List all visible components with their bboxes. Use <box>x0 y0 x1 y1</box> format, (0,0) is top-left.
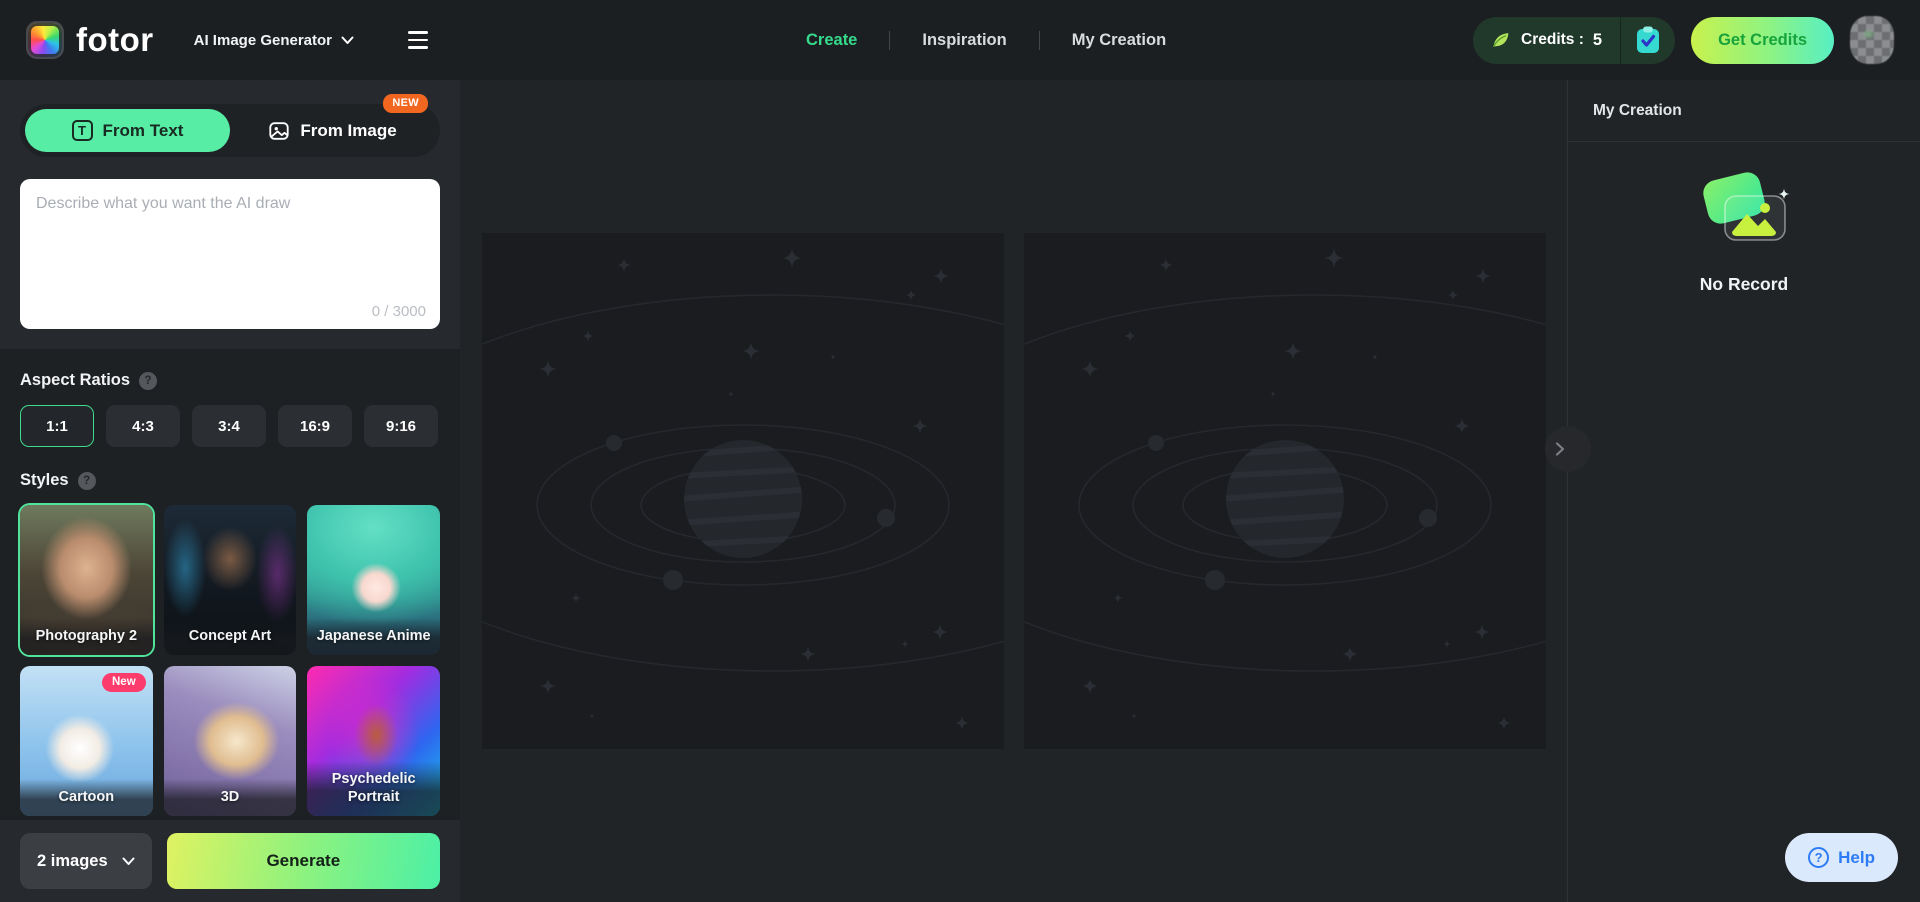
top-nav: fotor AI Image Generator Create Inspirat… <box>0 0 1920 80</box>
menu-icon[interactable] <box>402 25 434 55</box>
style-label: Cartoon <box>20 779 153 816</box>
nav-item-create[interactable]: Create <box>806 31 857 50</box>
help-circle-icon: ? <box>1808 847 1829 868</box>
tool-selector[interactable]: AI Image Generator <box>194 32 354 49</box>
sidebar-footer: 2 images Generate <box>0 820 460 902</box>
nav-menu: Create Inspiration My Creation <box>806 0 1166 80</box>
fotor-logo-icon <box>26 21 64 59</box>
fotor-logo-text: fotor <box>76 21 154 59</box>
credits-pill[interactable]: Credits : 5 <box>1473 17 1675 64</box>
style-card-japanese-anime[interactable]: Japanese Anime <box>307 505 440 655</box>
help-circle-icon[interactable]: ? <box>139 372 157 390</box>
generate-button[interactable]: Generate <box>167 833 440 889</box>
divider <box>889 31 890 50</box>
image-count-select[interactable]: 2 images <box>20 833 152 889</box>
no-record-icon <box>1692 168 1796 256</box>
tab-from-image-label: From Image <box>300 121 396 141</box>
tab-from-image[interactable]: From Image <box>230 109 435 152</box>
ai-image-generator-app: fotor AI Image Generator Create Inspirat… <box>0 0 1920 902</box>
no-record-text: No Record <box>1700 274 1788 295</box>
text-icon: T <box>72 120 93 141</box>
planet-illustration <box>1024 233 1546 749</box>
sidebar-top-section: T From Text From Image NEW 0 / 3000 <box>0 80 460 349</box>
image-icon <box>268 120 290 142</box>
ratio-16-9[interactable]: 16:9 <box>278 405 352 447</box>
style-label: Japanese Anime <box>307 618 440 655</box>
my-creation-header: My Creation <box>1568 80 1920 142</box>
ratio-1-1[interactable]: 1:1 <box>20 405 94 447</box>
get-credits-button[interactable]: Get Credits <box>1691 17 1834 64</box>
style-card-cartoon[interactable]: New Cartoon <box>20 666 153 816</box>
styles-grid: Photography 2 Concept Art Japanese Anime… <box>20 505 440 816</box>
ratio-4-3[interactable]: 4:3 <box>106 405 180 447</box>
my-creation-panel: My Creation No Record ? <box>1567 80 1920 902</box>
style-label: Photography 2 <box>20 618 153 655</box>
tool-selector-label: AI Image Generator <box>194 32 332 49</box>
leaf-icon <box>1490 29 1512 51</box>
ratio-3-4[interactable]: 3:4 <box>192 405 266 447</box>
planet-illustration <box>482 233 1004 749</box>
chevron-right-icon <box>1552 441 1568 457</box>
check-in-clipboard-icon <box>1634 25 1662 55</box>
style-card-3d[interactable]: 3D <box>164 666 297 816</box>
generator-sidebar: T From Text From Image NEW 0 / 3000 <box>0 80 460 902</box>
style-card-concept-art[interactable]: Concept Art <box>164 505 297 655</box>
char-counter: 0 / 3000 <box>372 303 426 320</box>
daily-check-in-button[interactable] <box>1621 17 1675 64</box>
collapse-panel-handle[interactable] <box>1545 426 1591 472</box>
credits-label: Credits : <box>1521 31 1584 49</box>
help-label: Help <box>1838 848 1875 868</box>
tab-from-text[interactable]: T From Text <box>25 109 230 152</box>
nav-item-my-creation[interactable]: My Creation <box>1072 31 1166 50</box>
nav-item-inspiration[interactable]: Inspiration <box>922 31 1006 50</box>
ratio-9-16[interactable]: 9:16 <box>364 405 438 447</box>
style-label: Concept Art <box>164 618 297 655</box>
style-card-photography-2[interactable]: Photography 2 <box>20 505 153 655</box>
chevron-down-icon <box>341 36 354 45</box>
result-placeholder-panel <box>482 233 1004 749</box>
styles-title: Styles <box>20 471 69 490</box>
style-label: Psychedelic Portrait <box>307 761 440 816</box>
style-card-psychedelic-portrait[interactable]: Psychedelic Portrait <box>307 666 440 816</box>
divider <box>1039 31 1040 50</box>
new-badge: New <box>102 673 146 692</box>
canvas-area <box>460 80 1567 902</box>
aspect-ratio-options: 1:1 4:3 3:4 16:9 9:16 <box>20 405 440 447</box>
user-avatar[interactable] <box>1850 16 1894 64</box>
prompt-box: 0 / 3000 <box>20 179 440 329</box>
credits-value: 5 <box>1593 31 1602 50</box>
new-badge: NEW <box>383 94 428 113</box>
fotor-logo[interactable]: fotor <box>26 21 154 59</box>
help-circle-icon[interactable]: ? <box>78 472 96 490</box>
chevron-down-icon <box>122 857 135 866</box>
result-placeholder-panel <box>1024 233 1546 749</box>
aspect-ratios-title: Aspect Ratios <box>20 371 130 390</box>
tab-from-text-label: From Text <box>103 121 184 141</box>
style-label: 3D <box>164 779 297 816</box>
empty-state: No Record <box>1568 168 1920 295</box>
prompt-input[interactable] <box>20 179 440 297</box>
image-count-value: 2 images <box>37 852 108 871</box>
source-tabs: T From Text From Image NEW <box>20 104 440 157</box>
help-button[interactable]: ? Help <box>1785 833 1898 882</box>
nav-right: Credits : 5 Get Credits <box>1473 16 1894 64</box>
sidebar-settings-section: Aspect Ratios ? 1:1 4:3 3:4 16:9 9:16 St… <box>0 349 460 816</box>
